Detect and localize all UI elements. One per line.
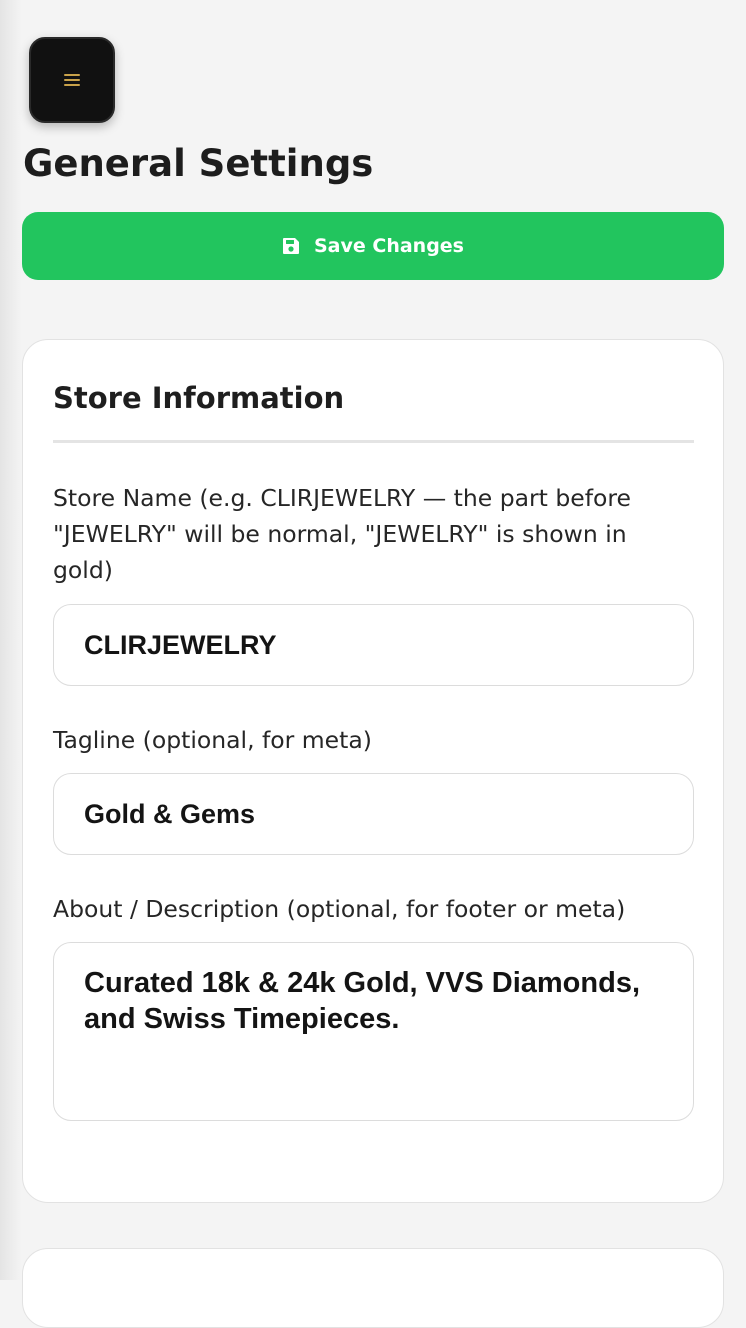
sidebar-edge-shadow [0,0,22,1280]
hamburger-menu-icon [64,74,80,86]
about-description-label: About / Description (optional, for foote… [53,895,626,923]
about-description-textarea[interactable]: Curated 18k & 24k Gold, VVS Diamonds, an… [53,942,694,1121]
store-information-card: Store Information Store Name (e.g. CLIRJ… [22,339,724,1203]
divider [53,440,694,443]
page-title: General Settings [23,142,374,185]
tagline-input[interactable] [53,773,694,855]
menu-toggle-button[interactable] [29,37,115,123]
store-name-label: Store Name (e.g. CLIRJEWELRY — the part … [53,484,631,584]
save-changes-button[interactable]: Save Changes [22,212,724,280]
next-settings-card [22,1248,724,1328]
tagline-label: Tagline (optional, for meta) [53,726,372,754]
save-changes-label: Save Changes [313,235,464,257]
card-title: Store Information [53,381,345,415]
store-name-input[interactable] [53,604,694,686]
floppy-disk-icon [282,237,300,255]
